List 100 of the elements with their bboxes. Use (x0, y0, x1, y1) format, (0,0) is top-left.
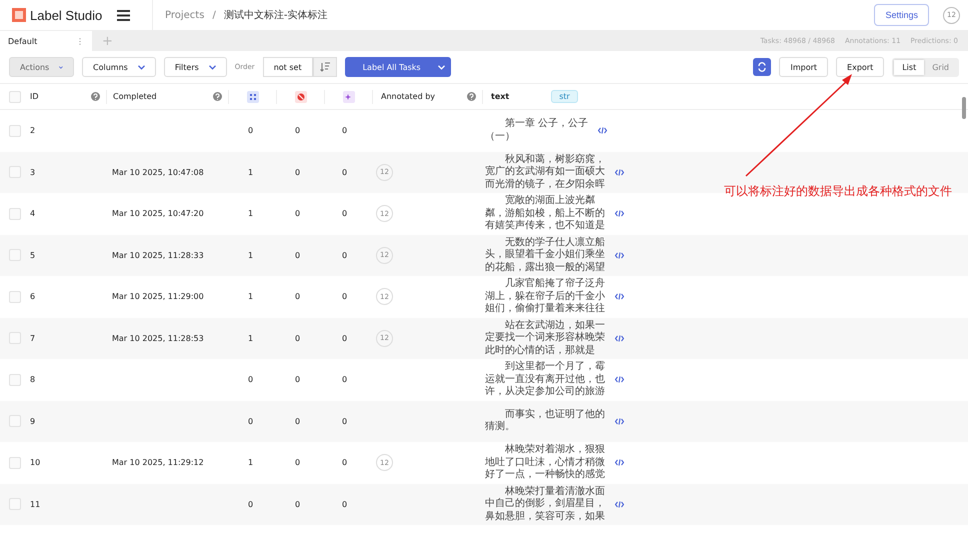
code-icon[interactable] (615, 459, 624, 466)
sort-icon (320, 62, 330, 72)
table-cell: 0 (248, 500, 254, 509)
code-icon[interactable] (615, 168, 624, 176)
tab-label: Default (8, 36, 38, 46)
tab-menu-button[interactable]: ⋮ (76, 36, 84, 46)
help-icon[interactable] (213, 92, 222, 101)
order-dropdown[interactable]: not set (262, 57, 313, 77)
table-cell: 1 (248, 292, 254, 302)
settings-button[interactable]: Settings (874, 4, 929, 26)
table-cell: 0 (342, 126, 348, 136)
code-icon[interactable] (615, 334, 624, 342)
table-cell: 0 (294, 292, 300, 302)
type-tag: str (551, 90, 578, 103)
row-checkbox[interactable] (9, 332, 21, 344)
table-cell: 0 (342, 458, 348, 468)
menu-icon[interactable] (117, 10, 130, 20)
select-all-checkbox[interactable] (9, 90, 21, 102)
row-checkbox[interactable] (9, 415, 21, 428)
table-cell: 0 (248, 126, 254, 136)
ban-icon[interactable] (294, 90, 306, 102)
table-cell: 0 (342, 292, 348, 302)
column-header[interactable]: Completed (113, 92, 157, 101)
table-cell: 8 (30, 375, 36, 384)
table-cell: 到这里都一个月了，霉 运就一直没有离开过他，也 许，从决定参加公司的旅游 (485, 361, 605, 398)
table-cell: 4 (30, 209, 36, 218)
table-cell: 0 (342, 209, 348, 218)
view-tab[interactable]: Default ⋮ (0, 31, 92, 51)
chevron-down-icon (138, 64, 145, 70)
row-checkbox[interactable] (9, 208, 21, 220)
label-all-tasks-button[interactable]: Label All Tasks (344, 57, 451, 77)
table-cell: 0 (294, 416, 300, 426)
import-button[interactable]: Import (779, 57, 828, 77)
table-cell: Mar 10 2025, 11:28:33 (112, 250, 204, 260)
sort-direction-button[interactable] (312, 57, 337, 77)
sparkle-icon[interactable] (342, 90, 354, 102)
table-cell: 林晚荣打量着清澈水面 中自己的倒影，剑眉星目， 鼻如悬胆，笑容可亲，如果 (485, 486, 605, 523)
table-cell: 0 (342, 416, 348, 426)
row-checkbox[interactable] (9, 374, 21, 386)
table-cell: 0 (342, 500, 348, 509)
code-icon[interactable] (615, 376, 624, 384)
table-cell: 0 (248, 375, 254, 384)
annotation-note: 可以将标注好的数据导出成各种格式的文件 (724, 183, 952, 200)
view-toggle[interactable]: List (894, 60, 924, 74)
actions-dropdown[interactable]: Actions (9, 57, 74, 77)
column-header[interactable]: Annotated by (381, 92, 436, 101)
table-cell: 宽敞的湖面上波光粼 粼，游船如梭，船上不断的 有嬉笑声传来，也不知道是 (485, 195, 605, 232)
export-button[interactable]: Export (836, 57, 884, 77)
columns-dropdown[interactable]: Columns (82, 57, 156, 77)
table-cell: 0 (294, 126, 300, 136)
row-checkbox[interactable] (9, 124, 21, 137)
logo-icon (12, 8, 26, 22)
row-checkbox[interactable] (9, 456, 21, 469)
table-cell: 0 (342, 250, 348, 260)
grid-icon[interactable] (246, 90, 258, 102)
table-cell: 而事实，也证明了他的 猜测。 (485, 408, 605, 434)
code-icon[interactable] (615, 252, 624, 259)
help-icon[interactable] (91, 92, 100, 101)
table-cell: 0 (342, 375, 348, 384)
scrollbar[interactable] (962, 97, 966, 119)
table-cell: 7 (30, 334, 36, 343)
chevron-down-icon (438, 64, 445, 70)
breadcrumb-link[interactable]: Projects (165, 10, 204, 20)
table-cell: 0 (342, 168, 348, 177)
column-header[interactable]: ID (30, 92, 39, 101)
code-icon[interactable] (615, 210, 624, 218)
filters-dropdown[interactable]: Filters (164, 57, 227, 77)
code-icon[interactable] (598, 127, 608, 134)
row-checkbox[interactable] (9, 249, 21, 262)
table-cell: 林晚荣对着湖水，狠狠 地吐了口吐沫，心情才稍微 好了一点，一种畅快的感觉 (485, 444, 605, 482)
table-cell: 1 (248, 209, 254, 218)
table-cell: Mar 10 2025, 10:47:20 (112, 209, 204, 218)
row-checkbox[interactable] (9, 166, 21, 178)
column-header[interactable]: text (491, 92, 510, 101)
table-cell: Mar 10 2025, 11:29:00 (112, 292, 204, 302)
refresh-icon (757, 62, 768, 72)
table-cell: 1 (248, 458, 254, 468)
table-cell: 9 (30, 416, 36, 426)
table-cell: 0 (294, 458, 300, 468)
help-icon[interactable] (467, 92, 476, 101)
table-cell: 0 (294, 168, 300, 177)
breadcrumb-separator: / (212, 10, 216, 20)
app-logo-text: Label Studio (30, 8, 102, 22)
chevron-down-icon (208, 64, 216, 70)
chevron-down-icon (59, 64, 63, 70)
table-cell: 无数的学子仕人凛立船 头，眼望着千金小姐们乘坐 的花船，露出狼一般的渴望 (485, 236, 605, 274)
refresh-button[interactable] (753, 58, 772, 76)
code-icon[interactable] (615, 293, 624, 300)
table-cell: 3 (30, 168, 36, 177)
table-cell: 0 (248, 416, 254, 426)
row-checkbox[interactable] (9, 498, 21, 510)
table-cell: Mar 10 2025, 10:47:08 (112, 168, 204, 177)
code-icon[interactable] (615, 418, 624, 425)
table-cell: 11 (30, 500, 40, 509)
row-checkbox[interactable] (9, 290, 21, 303)
table-cell: 1 (248, 250, 254, 260)
table-cell: 秋风和蔼，树影窈窕， 宽广的玄武湖有如一面硕大 而光滑的镜子，在夕阳余晖 (485, 154, 605, 191)
code-icon[interactable] (615, 500, 624, 508)
table-cell: 2 (30, 126, 36, 136)
table-cell: 站在玄武湖边，如果一 定要找一个词来形容林晚荣 此时的心情的话，那就是 (485, 320, 605, 357)
